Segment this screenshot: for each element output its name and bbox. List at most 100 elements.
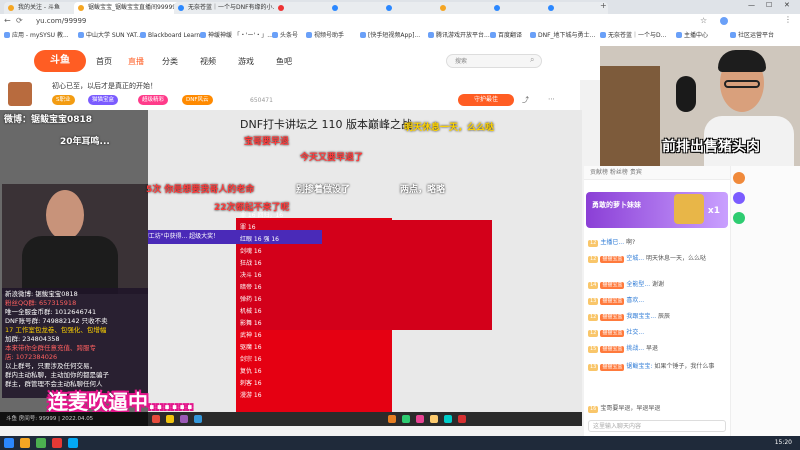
- douyu-logo[interactable]: 斗鱼: [34, 50, 86, 72]
- contact-line: 以上群号，只要涉及任何交易，: [5, 362, 96, 370]
- player-control-bar: [148, 412, 582, 426]
- browser-tab-bar: 我的关注 - 斗鱼✕ 锯鲅宝宝_锯鲅宝宝直播间99999✕ 无奈苍蓝｜一个与DN…: [0, 0, 800, 14]
- tier-row: 决斗 16: [240, 272, 262, 279]
- level-badge: 15: [588, 346, 599, 353]
- fan-badge: 猫猫宝盒: [600, 256, 625, 263]
- url-input[interactable]: yu.com/99999: [36, 16, 596, 26]
- back-icon[interactable]: ←: [4, 16, 11, 25]
- bookmark-shenhuan[interactable]: 神缓神缓 「・'ー'・」...: [200, 31, 273, 41]
- bookmark-icon: [676, 32, 682, 38]
- app-icon[interactable]: [20, 438, 30, 448]
- badge-dnf: DNF风云: [182, 95, 213, 105]
- fans-icon[interactable]: [733, 172, 745, 184]
- contact-line: 本来带你全群任意充值、跨服专: [5, 344, 96, 352]
- chat-username[interactable]: 锯鲅宝宝:: [626, 363, 652, 370]
- microphone-icon: [676, 76, 696, 112]
- bookmark-sysu[interactable]: 中山大学 SUN YAT...: [78, 31, 142, 41]
- chat-input[interactable]: 这里输入聊天内容: [588, 420, 726, 432]
- contact-info-panel: 新浪微博: 锯鲅宝宝0818 粉丝QQ群: 657315918 唯一全服金币群:…: [2, 288, 148, 398]
- nav-live[interactable]: 直播: [128, 56, 144, 67]
- app-icon[interactable]: [36, 438, 46, 448]
- more-icon[interactable]: ⋯: [548, 95, 555, 103]
- chat-username[interactable]: 空城...: [626, 255, 644, 262]
- danmaku-text: 今天又要早退了: [300, 153, 364, 163]
- chat-username[interactable]: 社交...: [626, 329, 644, 336]
- tier-row: 剑宗 16: [240, 356, 262, 363]
- search-icon[interactable]: ⌕: [530, 55, 534, 65]
- new-tab-icon[interactable]: +: [600, 1, 607, 10]
- follow-button[interactable]: 守护最佳: [458, 94, 514, 106]
- app-icon[interactable]: [68, 438, 78, 448]
- bookmark-zhihu[interactable]: 无奈苍蓝｜一个与D...: [600, 31, 666, 41]
- chat-message: 13 猫猫宝盒 锯鲅宝宝: 如果个锤子，我什么事: [588, 362, 728, 371]
- bookmark-dnf[interactable]: DNF_地下城与勇士...: [530, 31, 595, 41]
- overlay-left-panel: 新浪微博: 锯鲅宝宝0818 粉丝QQ群: 657315918 唯一全服金币群:…: [0, 110, 148, 426]
- address-bar: ← ⟳ yu.com/99999 ☆ ⋮: [0, 14, 800, 29]
- chat-text: 早退: [646, 345, 659, 352]
- chat-text: 如果个锤子，我什么事: [654, 363, 715, 370]
- search-input[interactable]: 搜索: [446, 54, 542, 68]
- gift-icon[interactable]: [416, 415, 424, 423]
- danmaku-text: 两点，略略: [400, 185, 446, 195]
- nav-video[interactable]: 视频: [200, 56, 216, 67]
- tab-zhihu[interactable]: 无奈苍蓝｜一个与DNF有缘的小...✕: [174, 2, 284, 14]
- bookmark-mysysu[interactable]: 应用 - mySYSU 教...: [4, 31, 69, 41]
- chat-message: 13 猫猫宝盒 喜欢...: [588, 296, 728, 305]
- video-player[interactable]: DNF打卡讲坛之 110 版本巅峰之战 恭喜某玩家打开了"梦幻工坊"中获得...…: [0, 110, 582, 426]
- gift-icon[interactable]: [194, 415, 202, 423]
- gift-icon[interactable]: [430, 415, 438, 423]
- gift-icon[interactable]: [166, 415, 174, 423]
- gift-icon[interactable]: [152, 415, 160, 423]
- contact-line: 唯一全服金币群: 1012646741: [5, 308, 97, 316]
- tab-live-room[interactable]: 锯鲅宝宝_锯鲅宝宝直播间99999✕: [74, 2, 184, 14]
- gift-icon[interactable]: [180, 415, 188, 423]
- start-icon[interactable]: [4, 438, 14, 448]
- streamer-face: [46, 190, 84, 240]
- nav-category[interactable]: 分类: [162, 56, 178, 67]
- bookmark-kuaishou[interactable]: [快手短视频App]...: [360, 31, 420, 41]
- nav-game[interactable]: 游戏: [238, 56, 254, 67]
- chat-username[interactable]: 我跟宝宝...: [626, 313, 656, 320]
- tab-my-follow[interactable]: 我的关注 - 斗鱼✕: [4, 2, 84, 14]
- chat-username[interactable]: 全能型...: [626, 281, 650, 288]
- level-badge: 12: [588, 330, 599, 337]
- gift-icon[interactable]: [458, 415, 466, 423]
- activity-icon[interactable]: [733, 212, 745, 224]
- share-icon[interactable]: ⤴: [522, 95, 529, 105]
- bookmark-baidu[interactable]: 百度翻译: [490, 31, 522, 41]
- nav-yuba[interactable]: 鱼吧: [276, 56, 292, 67]
- profile-icon[interactable]: [720, 17, 728, 25]
- tab-9[interactable]: [544, 2, 608, 14]
- chat-message: 12 猫猫宝盒 空城... 明天休息一天，么么哒: [588, 254, 728, 263]
- badge-super: 超级精彩: [138, 95, 169, 105]
- level-badge: 12: [588, 314, 599, 321]
- danmaku-text: 5次 你是想要我哥人的老命: [146, 185, 255, 195]
- chat-tabs[interactable]: 贡献榜 粉丝榜 贵宾: [584, 166, 730, 180]
- gift-icon[interactable]: [444, 415, 452, 423]
- refresh-icon[interactable]: ⟳: [16, 16, 23, 25]
- nav-home[interactable]: 首页: [96, 56, 112, 67]
- bookmark-anchor[interactable]: 主播中心: [676, 31, 708, 41]
- streamer-body: [22, 236, 118, 294]
- maximize-icon[interactable]: ☐: [766, 1, 772, 9]
- chat-username[interactable]: 喜欢...: [626, 297, 644, 304]
- task-icon[interactable]: [733, 192, 745, 204]
- menu-icon[interactable]: ⋮: [784, 15, 792, 24]
- bookmark-icon: [140, 32, 146, 38]
- bookmark-tencent[interactable]: 腾讯游戏开放平台...: [428, 31, 490, 41]
- gift-icon[interactable]: [388, 415, 396, 423]
- bookmark-toutiao[interactable]: 头条号: [272, 31, 298, 41]
- gift-icon[interactable]: [402, 415, 410, 423]
- minimize-icon[interactable]: —: [748, 1, 755, 9]
- tier-row: 影舞 16: [240, 320, 262, 327]
- window-close-icon[interactable]: ✕: [784, 1, 790, 9]
- app-icon[interactable]: [52, 438, 62, 448]
- bookmark-community[interactable]: 社区运营平台: [730, 31, 774, 41]
- chat-username[interactable]: 挑战...: [626, 345, 644, 352]
- fan-badge: 猫猫宝盒: [600, 364, 625, 371]
- chat-username[interactable]: 主播已...: [600, 239, 624, 246]
- bookmark-video[interactable]: 视频号助手: [306, 31, 344, 41]
- star-icon[interactable]: ☆: [700, 16, 707, 25]
- anchor-avatar[interactable]: [8, 82, 32, 106]
- bookmark-blackboard[interactable]: Blackboard Learn: [140, 31, 200, 41]
